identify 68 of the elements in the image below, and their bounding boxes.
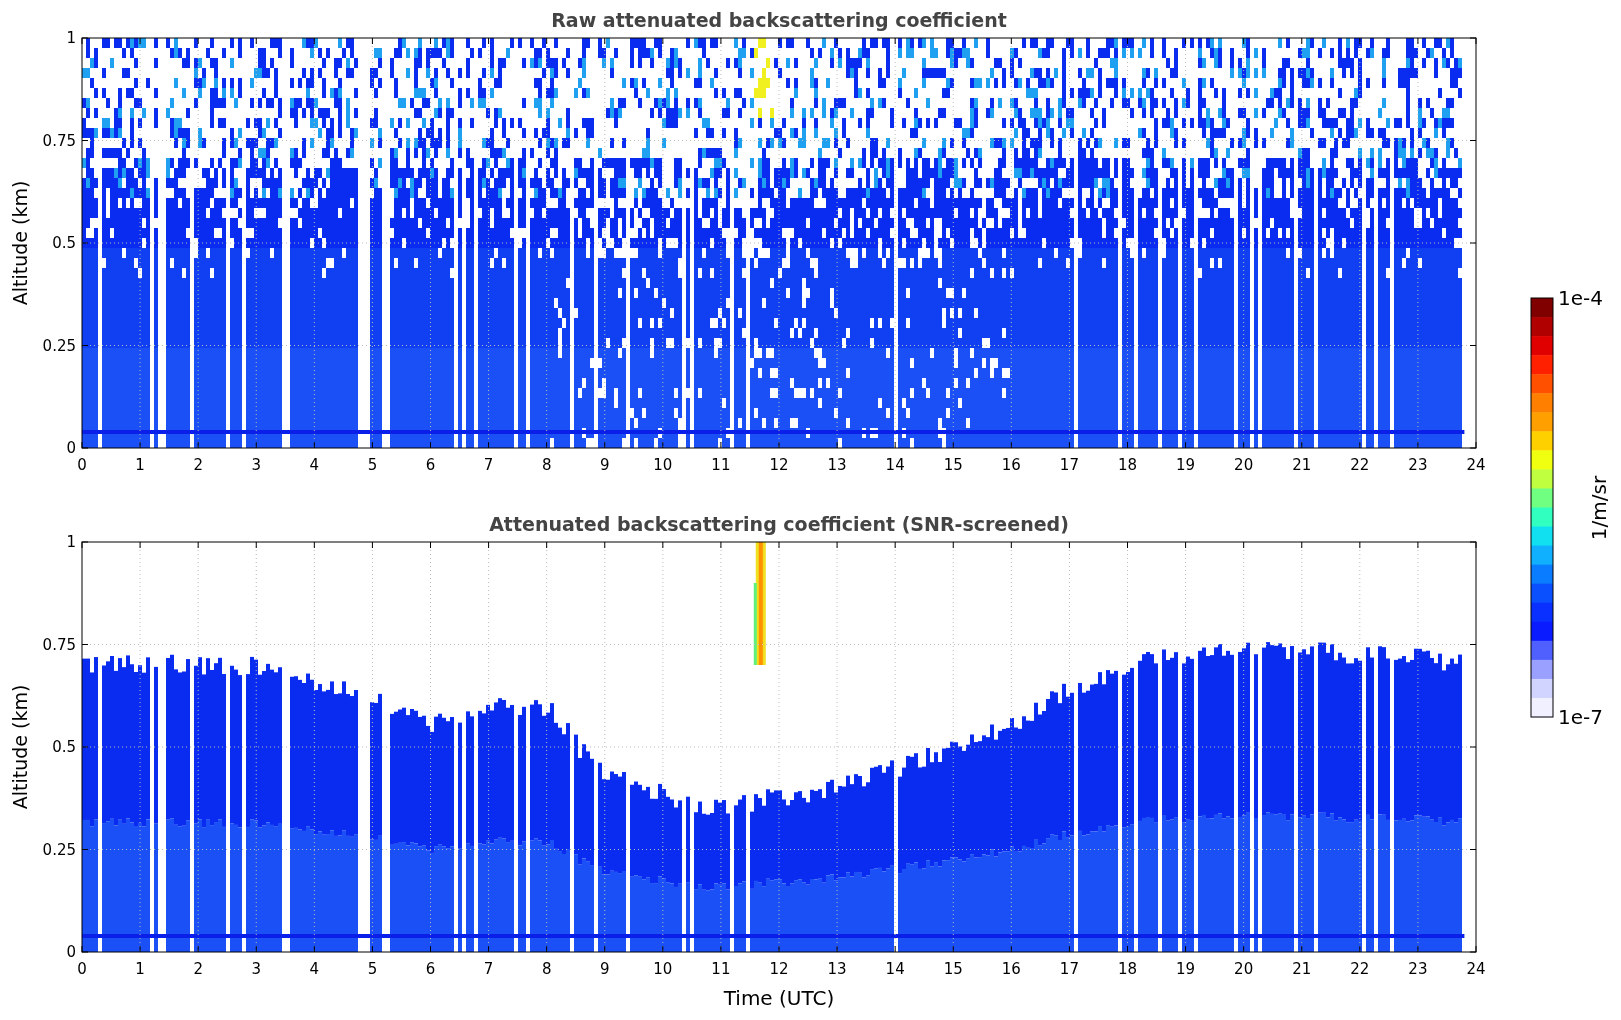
tick-label: 22 — [1350, 960, 1370, 978]
tick-label: 2 — [193, 456, 203, 474]
tick-label: 0 — [77, 960, 87, 978]
tick-label: 1 — [66, 29, 76, 47]
axis-label: Altitude (km) — [9, 180, 31, 306]
colorbar-tick-label: 1e-7 — [1558, 705, 1603, 729]
tick-label: 17 — [1059, 960, 1079, 978]
tick-label: 0.5 — [52, 234, 76, 252]
tick-label: 1 — [66, 533, 76, 551]
tick-label: 8 — [541, 960, 552, 978]
tick-label: 19 — [1176, 960, 1196, 978]
tick-label: 22 — [1350, 456, 1370, 474]
tick-label: 13 — [827, 960, 847, 978]
colorbar-label: 1/m/sr — [1587, 475, 1611, 541]
tick-label: 11 — [711, 960, 731, 978]
tick-label: 5 — [367, 960, 378, 978]
tick-label: 12 — [769, 960, 789, 978]
axis-label: Time (UTC) — [723, 986, 835, 1010]
tick-label: 4 — [309, 456, 320, 474]
tick-label: 0.5 — [52, 738, 76, 756]
tick-label: 20 — [1234, 456, 1254, 474]
tick-label: 2 — [193, 960, 203, 978]
tick-label: 23 — [1408, 456, 1428, 474]
tick-label: 15 — [943, 960, 963, 978]
tick-label: 14 — [885, 960, 905, 978]
tick-label: 13 — [827, 456, 847, 474]
tick-label: 15 — [943, 456, 963, 474]
tick-label: 9 — [600, 960, 610, 978]
tick-label: 5 — [367, 456, 378, 474]
tick-label: 9 — [600, 456, 610, 474]
tick-label: 7 — [483, 456, 494, 474]
tick-label: 6 — [425, 960, 436, 978]
tick-label: 24 — [1466, 456, 1486, 474]
tick-label: 17 — [1059, 456, 1079, 474]
tick-label: 0.25 — [42, 336, 76, 355]
tick-label: 10 — [653, 960, 673, 978]
tick-label: 0 — [66, 439, 76, 457]
tick-label: 23 — [1408, 960, 1428, 978]
tick-label: 18 — [1117, 456, 1138, 474]
tick-label: 18 — [1117, 960, 1138, 978]
chart-title: Raw attenuated backscattering coefficient — [551, 9, 1007, 31]
tick-label: 16 — [1001, 456, 1021, 474]
tick-label: 12 — [769, 456, 789, 474]
tick-label: 20 — [1234, 960, 1254, 978]
tick-label: 11 — [711, 456, 731, 474]
tick-label: 1 — [135, 456, 145, 474]
tick-label: 19 — [1176, 456, 1196, 474]
tick-label: 10 — [653, 456, 673, 474]
colorbar-tick-label: 1e-4 — [1558, 286, 1603, 310]
tick-label: 7 — [483, 960, 494, 978]
tick-label: 4 — [309, 960, 320, 978]
tick-label: 0.25 — [42, 840, 76, 859]
chart-title: Attenuated backscattering coefficient (SNR-screened) — [489, 513, 1069, 535]
tick-label: 14 — [885, 456, 905, 474]
tick-label: 3 — [251, 960, 261, 978]
tick-label: 3 — [251, 456, 261, 474]
tick-label: 0.75 — [42, 635, 76, 654]
tick-label: 16 — [1001, 960, 1021, 978]
axis-label: Altitude (km) — [9, 684, 31, 810]
tick-label: 8 — [541, 456, 552, 474]
tick-label: 0.75 — [42, 131, 76, 150]
tick-label: 6 — [425, 456, 436, 474]
tick-label: 0 — [77, 456, 87, 474]
tick-label: 1 — [135, 960, 145, 978]
tick-label: 0 — [66, 943, 76, 961]
tick-label: 21 — [1292, 456, 1312, 474]
tick-label: 21 — [1292, 960, 1312, 978]
tick-label: 24 — [1466, 960, 1486, 978]
